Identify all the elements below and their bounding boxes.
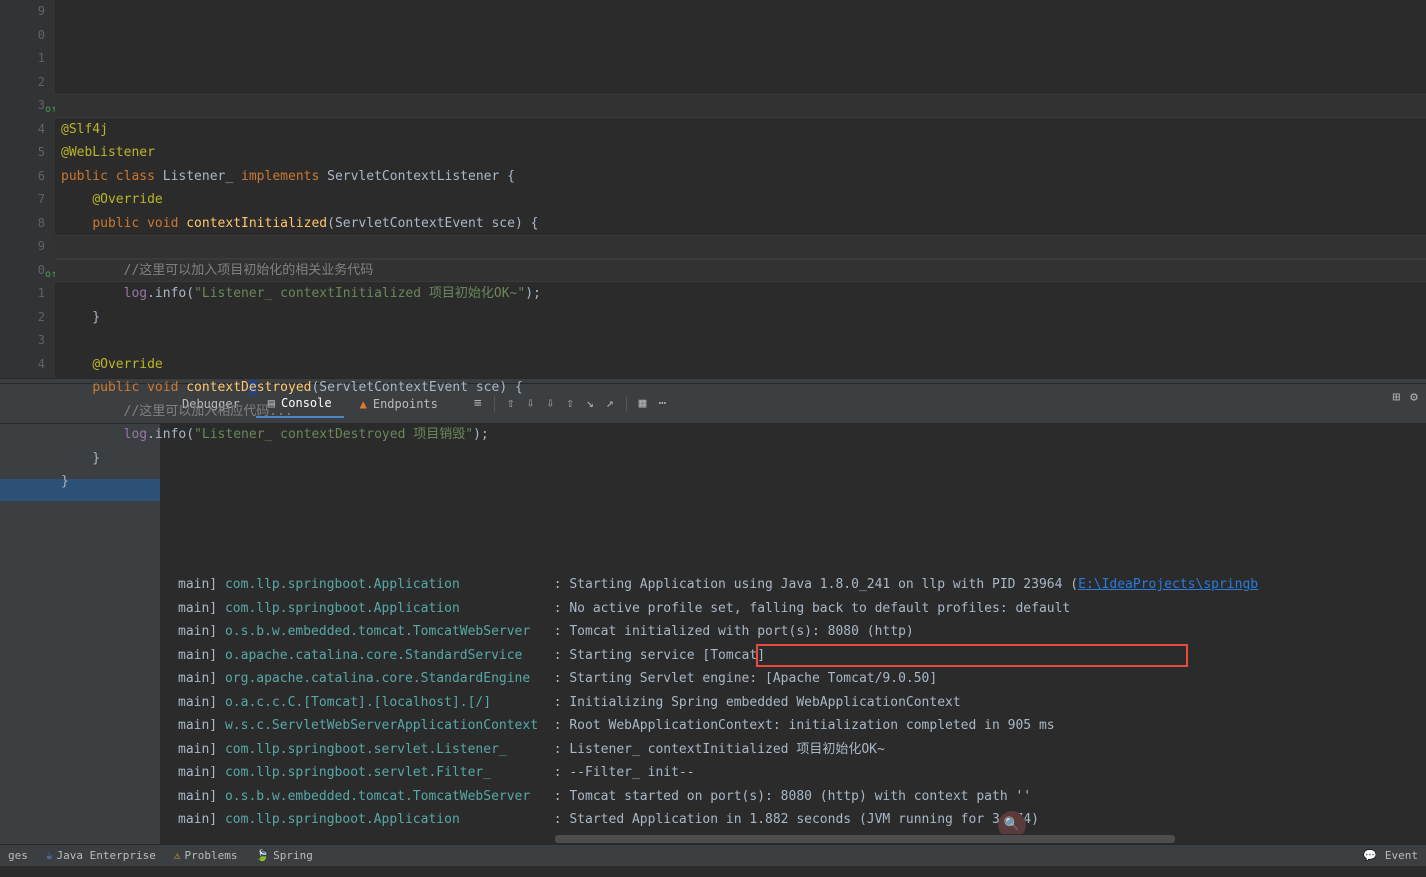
console-line: main] com.llp.springboot.Application : S… — [178, 808, 1426, 832]
console-line: main] org.apache.catalina.core.StandardE… — [178, 667, 1426, 691]
event-log-label[interactable]: Event — [1385, 849, 1418, 862]
gutter: 9012345678901234 o↑ o↑ — [0, 0, 55, 378]
console-line: main] o.a.c.c.C.[Tomcat].[localhost].[/]… — [178, 691, 1426, 715]
warning-icon: ⚠ — [174, 849, 181, 862]
console-line: main] com.llp.springboot.servlet.Filter_… — [178, 761, 1426, 785]
console-line: main] com.llp.springboot.Application : N… — [178, 597, 1426, 621]
highlight-annotation — [756, 644, 1188, 667]
console-line: main] o.s.b.w.embedded.tomcat.TomcatWebS… — [178, 620, 1426, 644]
console-line: main] w.s.c.ServletWebServerApplicationC… — [178, 714, 1426, 738]
event-log-icon[interactable]: 💬 — [1363, 849, 1377, 862]
file-link[interactable]: E:\IdeaProjects\springb — [1078, 577, 1258, 592]
console-line: main] com.llp.springboot.servlet.Listene… — [178, 738, 1426, 762]
status-right: 💬 Event — [1363, 849, 1418, 862]
current-line-highlight — [55, 94, 1426, 118]
status-java-enterprise[interactable]: ☕ Java Enterprise — [46, 849, 156, 862]
console-line: main] o.s.b.w.embedded.tomcat.TomcatWebS… — [178, 785, 1426, 809]
code-editor[interactable]: 9012345678901234 o↑ o↑ @Slf4j@WebListene… — [0, 0, 1426, 378]
status-problems[interactable]: ⚠ Problems — [174, 849, 238, 862]
java-icon: ☕ — [46, 849, 53, 862]
status-bar: ges ☕ Java Enterprise ⚠ Problems 🍃 Sprin… — [0, 844, 1426, 866]
scrollbar-thumb[interactable] — [555, 835, 1175, 843]
console-line: main] com.llp.springboot.Application : S… — [178, 573, 1426, 597]
spring-icon: 🍃 — [255, 849, 269, 862]
code-area[interactable]: @Slf4j@WebListenerpublic class Listener_… — [55, 0, 1426, 378]
status-messages[interactable]: ges — [8, 849, 28, 862]
status-spring[interactable]: 🍃 Spring — [255, 849, 312, 862]
horizontal-scrollbar[interactable] — [320, 834, 1426, 844]
